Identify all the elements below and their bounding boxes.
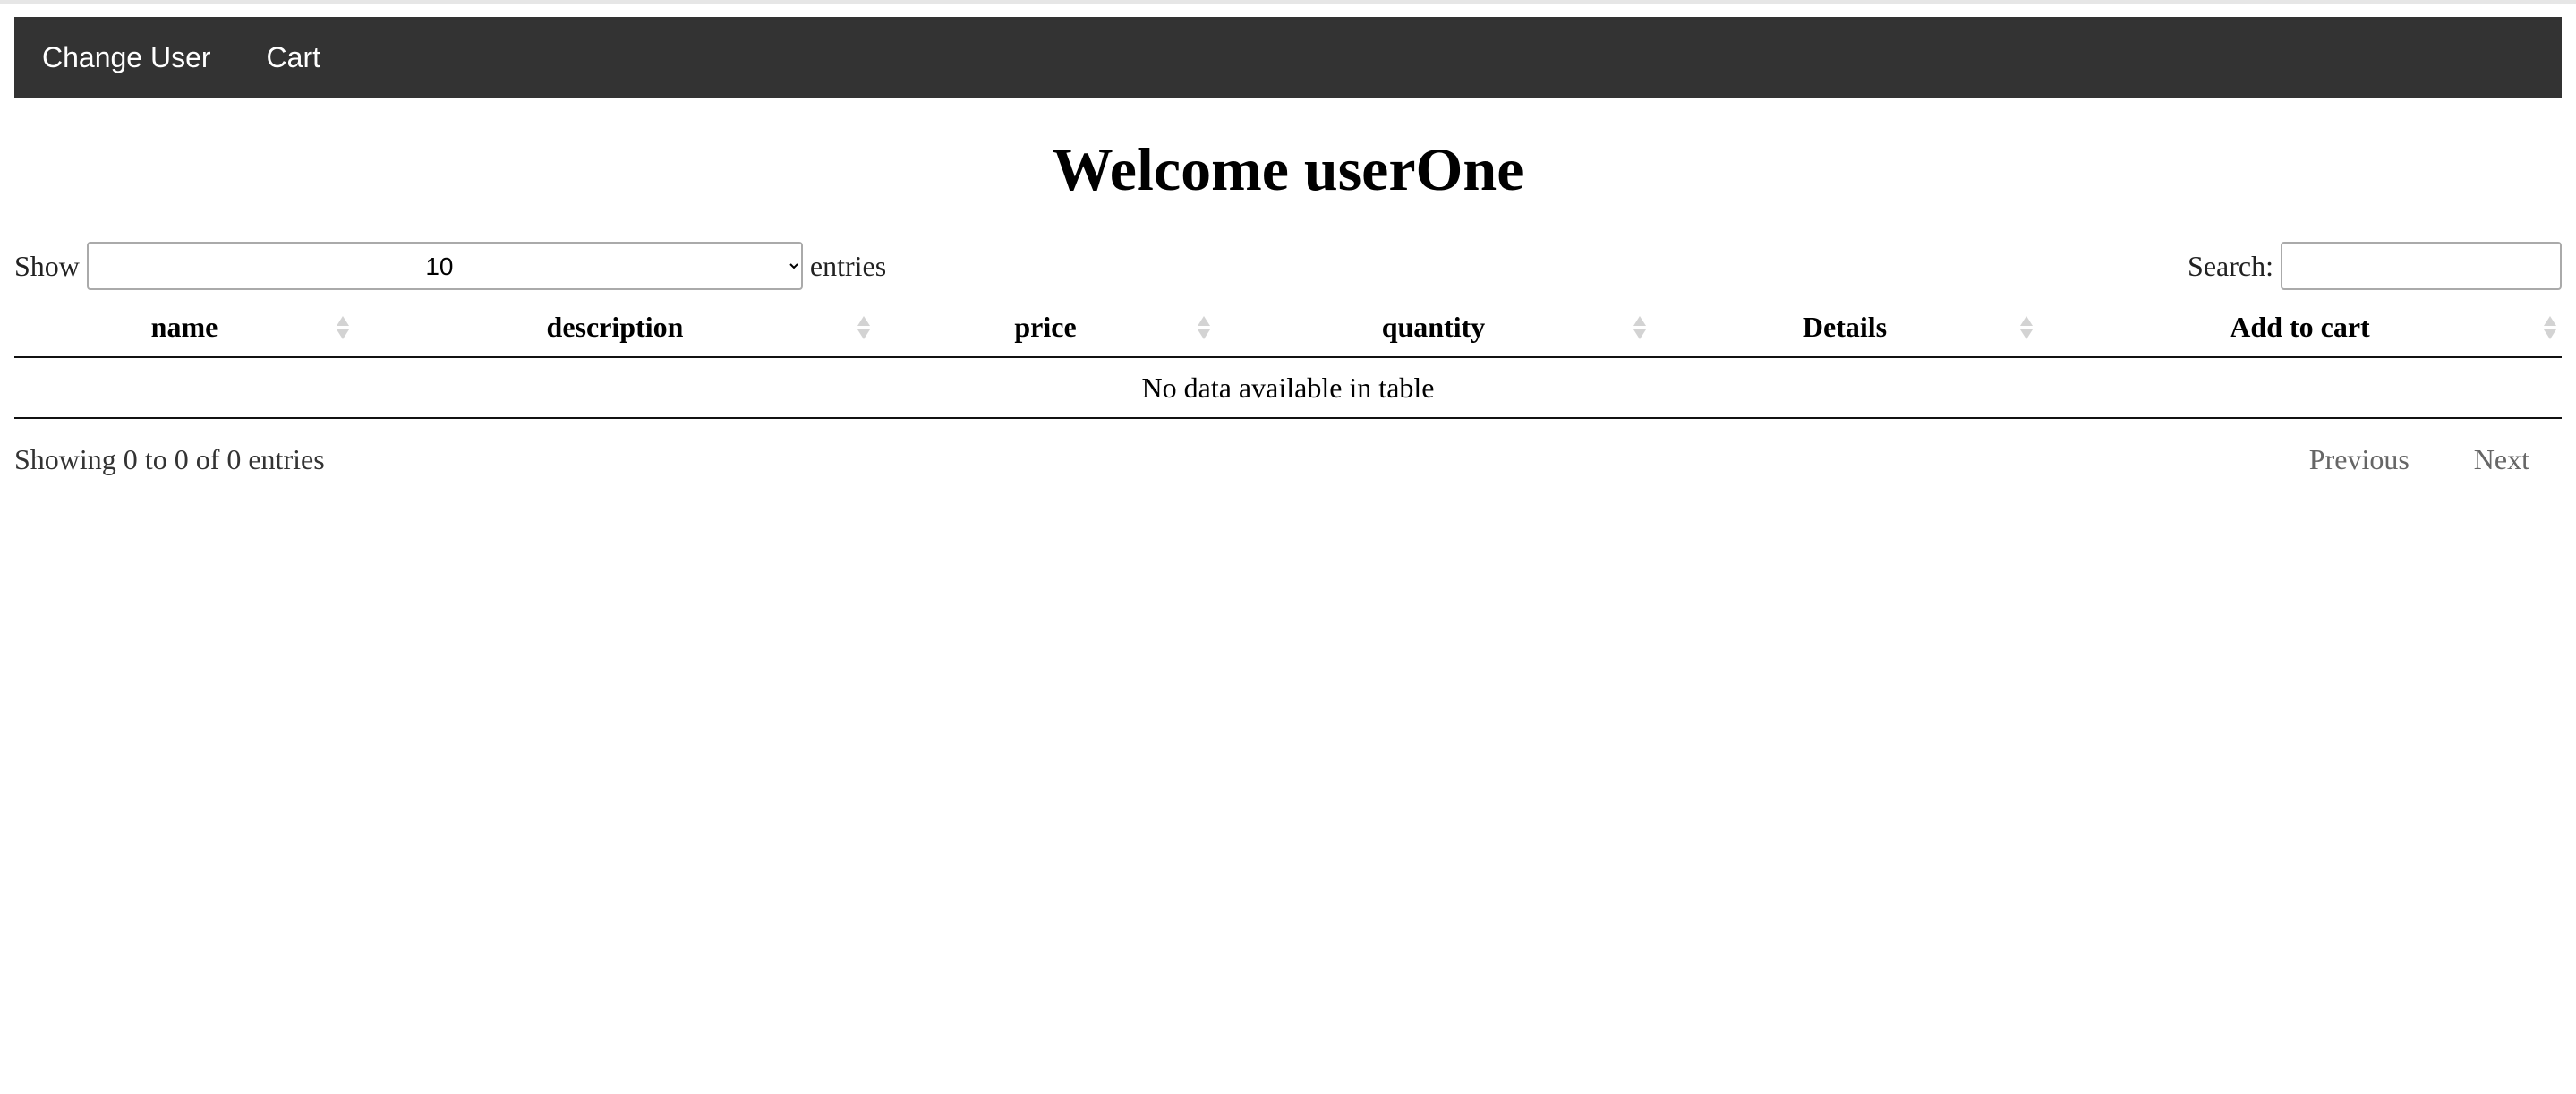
sort-icon	[2544, 313, 2556, 342]
column-header-quantity[interactable]: quantity	[1215, 298, 1651, 358]
column-header-price[interactable]: price	[875, 298, 1215, 358]
sort-icon	[2020, 313, 2033, 342]
previous-page-button[interactable]: Previous	[2277, 436, 2442, 483]
column-header-name[interactable]: name	[14, 298, 354, 358]
nav-cart-link[interactable]: Cart	[239, 17, 348, 98]
show-label: Show	[14, 249, 80, 282]
sort-icon	[1198, 313, 1210, 342]
search-label: Search:	[2188, 249, 2273, 282]
table-info-text: Showing 0 to 0 of 0 entries	[14, 443, 325, 475]
column-header-label: Details	[1802, 311, 1888, 343]
column-header-label: description	[546, 311, 684, 343]
column-header-description[interactable]: description	[354, 298, 875, 358]
empty-table-message: No data available in table	[14, 357, 2562, 419]
page-title: Welcome userOne	[1052, 135, 1524, 203]
sort-icon	[857, 313, 870, 342]
column-header-add-to-cart[interactable]: Add to cart	[2038, 298, 2562, 358]
table-header-row: name description price quantity Details …	[14, 298, 2562, 358]
products-table: name description price quantity Details …	[14, 298, 2562, 419]
column-header-details[interactable]: Details	[1651, 298, 2038, 358]
entries-label: entries	[809, 249, 887, 282]
navbar: Change User Cart	[14, 17, 2562, 98]
search-input[interactable]	[2281, 242, 2562, 290]
next-page-button[interactable]: Next	[2442, 436, 2562, 483]
top-border	[0, 0, 2576, 4]
column-header-label: name	[150, 311, 218, 343]
sort-icon	[337, 313, 349, 342]
sort-icon	[1633, 313, 1646, 342]
column-header-label: quantity	[1381, 311, 1486, 343]
entries-per-page-select[interactable]: 10	[86, 242, 803, 290]
entries-length-control: Show 10 entries	[14, 242, 886, 290]
table-row: No data available in table	[14, 357, 2562, 419]
column-header-label: price	[1014, 311, 1077, 343]
pagination: Previous Next	[2277, 436, 2562, 483]
nav-change-user-link[interactable]: Change User	[14, 17, 239, 98]
search-control: Search:	[2188, 242, 2562, 290]
column-header-label: Add to cart	[2230, 311, 2370, 343]
